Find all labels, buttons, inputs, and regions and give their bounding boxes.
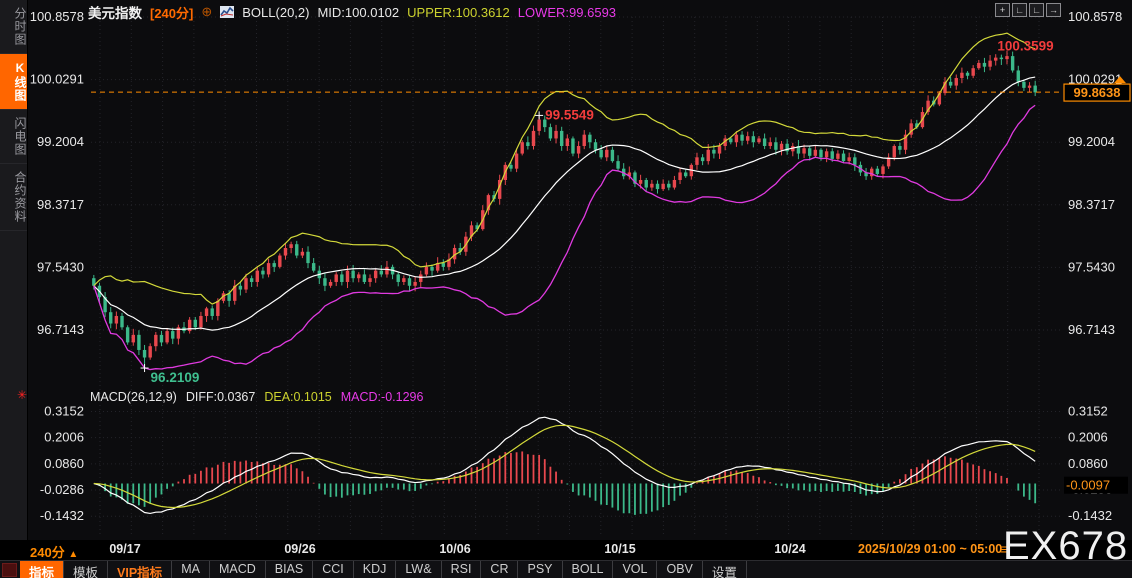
pan-icon[interactable]: + bbox=[995, 3, 1010, 17]
price-axis-label-left: 100.8578 bbox=[30, 9, 84, 24]
svg-text:99.5549: 99.5549 bbox=[545, 107, 594, 122]
price-axis-label-left: 98.3717 bbox=[37, 197, 84, 212]
macd-axis-label-right: 0.2006 bbox=[1068, 430, 1108, 445]
price-axis-label-right: 99.2004 bbox=[1068, 134, 1115, 149]
watermark: EX678 bbox=[1003, 524, 1129, 568]
candlesticks bbox=[92, 50, 1037, 369]
tab-settings[interactable]: 设置 bbox=[703, 561, 747, 578]
date-tick: 10/24 bbox=[774, 542, 806, 556]
macd-axis-label-left: 0.0860 bbox=[44, 456, 84, 471]
symbol-title: 美元指数 bbox=[88, 6, 142, 21]
chart-canvas[interactable]: 100.8578 100.8578100.0291 100.029199.2004 9… bbox=[0, 0, 1132, 578]
tab-template[interactable]: 模板 bbox=[64, 561, 109, 578]
date-tick: 09/17 bbox=[109, 542, 141, 556]
chart-type-sidebar: 分时图 K线图 闪电图 合约资料 bbox=[0, 0, 28, 540]
macd-pane bbox=[93, 416, 1037, 515]
price-axis-label-right: 98.3717 bbox=[1068, 197, 1115, 212]
macd-diff-value: DIFF:0.0367 bbox=[185, 390, 256, 404]
price-axis-label-left: 99.2004 bbox=[37, 134, 84, 149]
period-label[interactable]: [240分] bbox=[150, 3, 193, 22]
x-axis-row: 240分 ▲ 09/17 09/26 10/06 10/15 10/24 202… bbox=[0, 540, 1132, 560]
macd-dea-value: DEA:0.1015 bbox=[264, 390, 332, 404]
macd-axis-label-left: 0.3152 bbox=[44, 403, 84, 418]
svg-text:96.2109: 96.2109 bbox=[151, 370, 200, 385]
macd-axis-label-left: -0.0286 bbox=[40, 482, 84, 497]
sidebar-tab-time-chart[interactable]: 分时图 bbox=[0, 0, 27, 54]
axis-labels: 100.8578 100.8578100.0291 100.029199.2004 9… bbox=[30, 9, 1122, 523]
tab-lwr[interactable]: LW& bbox=[396, 561, 442, 578]
macd-axis-label-left: -0.1432 bbox=[40, 508, 84, 523]
macd-value-tag: -0.0097 bbox=[1064, 476, 1128, 494]
tab-psy[interactable]: PSY bbox=[518, 561, 563, 578]
sidebar-tab-lightning-chart[interactable]: 闪电图 bbox=[0, 110, 27, 164]
period-selector[interactable]: 240分 ▲ bbox=[30, 542, 78, 561]
indicator-chart-icon bbox=[220, 6, 235, 18]
svg-text:99.8638: 99.8638 bbox=[1074, 85, 1121, 100]
price-axis-label-left: 96.7143 bbox=[37, 322, 84, 337]
tab-indicator[interactable]: 指标 bbox=[20, 561, 65, 578]
sidebar-tab-kline-chart[interactable]: K线图 bbox=[0, 54, 27, 110]
tab-bias[interactable]: BIAS bbox=[266, 561, 314, 578]
chart-header: 美元指数 [240分] ⊕ BOLL(20,2) MID:100.0102 UP… bbox=[88, 3, 616, 21]
macd-macd-value: MACD:-0.1296 bbox=[340, 390, 424, 404]
price-annotation: 100.3599 bbox=[997, 39, 1053, 54]
go-to-latest-icon[interactable]: → bbox=[1046, 3, 1061, 17]
collapse-icon[interactable]: ⊕ bbox=[201, 4, 212, 20]
boll-upper-value: UPPER:100.3612 bbox=[407, 4, 510, 20]
macd-axis-label-left: 0.2006 bbox=[44, 430, 84, 445]
tab-ma[interactable]: MA bbox=[172, 561, 210, 578]
app-window: 100.8578 100.8578 100.0291 100.0291 99.2004 9… bbox=[0, 0, 1132, 578]
tab-obv[interactable]: OBV bbox=[657, 561, 703, 578]
tab-vol[interactable]: VOL bbox=[613, 561, 658, 578]
macd-axis-label-right: 0.3152 bbox=[1068, 403, 1108, 418]
boll-mid-value: MID:100.0102 bbox=[317, 4, 400, 20]
tab-vip-indicator[interactable]: VIP指标 bbox=[108, 561, 173, 578]
period-up-arrow-icon: ▲ bbox=[68, 549, 79, 560]
chart-tools: + ∟ ∟ → bbox=[995, 3, 1061, 17]
price-axis-label-left: 97.5430 bbox=[37, 259, 84, 274]
svg-text:100.3599: 100.3599 bbox=[997, 39, 1053, 54]
boll-bands bbox=[93, 32, 1036, 371]
tab-cr[interactable]: CR bbox=[481, 561, 519, 578]
indicator-menu-icon[interactable] bbox=[2, 563, 17, 577]
tab-boll[interactable]: BOLL bbox=[563, 561, 614, 578]
macd-axis-label-right: 0.0860 bbox=[1068, 456, 1108, 471]
macd-header: MACD(26,12,9) DIFF:0.0367 DEA:0.1015 MAC… bbox=[90, 390, 423, 404]
current-bar-session-label: 2025/10/29 01:00 ~ 05:00 bbox=[858, 542, 1003, 556]
sidebar-tab-contract-info[interactable]: 合约资料 bbox=[0, 164, 27, 231]
date-tick: 10/15 bbox=[604, 542, 636, 556]
price-axis-label-right: 97.5430 bbox=[1068, 259, 1115, 274]
period-text: 240分 bbox=[30, 545, 65, 560]
date-tick: 09/26 bbox=[284, 542, 316, 556]
price-axis-label-right: 100.8578 bbox=[1068, 9, 1122, 24]
macd-axis-label-right: -0.1432 bbox=[1068, 508, 1112, 523]
y-axis-scale-icon[interactable]: ∟ bbox=[1012, 3, 1027, 17]
tab-cci[interactable]: CCI bbox=[313, 561, 354, 578]
gridlines bbox=[91, 16, 1062, 536]
tab-rsi[interactable]: RSI bbox=[442, 561, 482, 578]
tab-kdj[interactable]: KDJ bbox=[354, 561, 397, 578]
price-axis-label-left: 100.0291 bbox=[30, 72, 84, 87]
hot-indicator-icon[interactable]: ✳ bbox=[17, 388, 27, 402]
macd-params-label: MACD(26,12,9) bbox=[90, 390, 177, 404]
x-axis-scale-icon[interactable]: ∟ bbox=[1029, 3, 1044, 17]
price-axis-label-right: 96.7143 bbox=[1068, 322, 1115, 337]
boll-lower-value: LOWER:99.6593 bbox=[517, 4, 617, 20]
indicator-toolbar: 指标 模板 VIP指标 MA MACD BIAS CCI KDJ LW& RSI… bbox=[0, 560, 1132, 578]
tab-macd[interactable]: MACD bbox=[210, 561, 266, 578]
svg-text:-0.0097: -0.0097 bbox=[1066, 478, 1110, 493]
date-tick: 10/06 bbox=[439, 542, 471, 556]
boll-params-label: BOLL(20,2) bbox=[242, 4, 310, 20]
